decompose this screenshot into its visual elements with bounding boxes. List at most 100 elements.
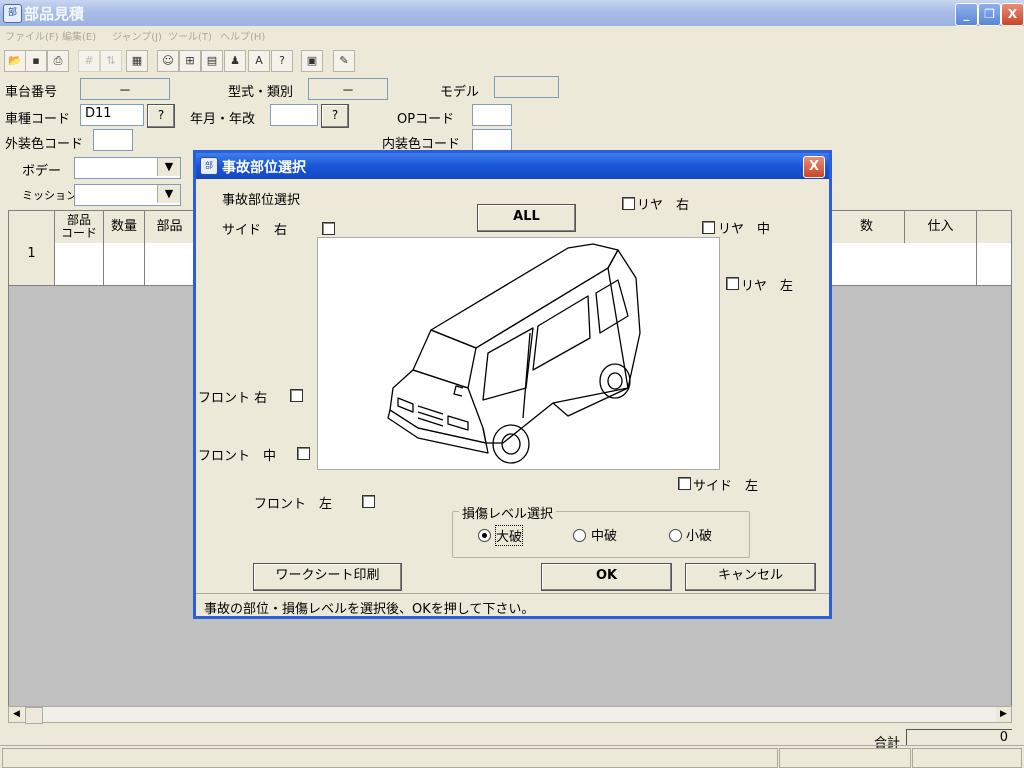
damage-minor-radio[interactable] <box>669 529 682 542</box>
model-field[interactable] <box>494 76 559 98</box>
close-button[interactable]: X <box>1001 3 1024 26</box>
sort-icon[interactable]: ⇅ <box>100 50 122 72</box>
col-purchase[interactable]: 仕入 <box>905 211 977 243</box>
cancel-button[interactable]: キャンセル <box>685 563 816 591</box>
model-type-label: 型式・類別 <box>228 85 294 100</box>
damage-level-group: 損傷レベル選択 大破 中破 小破 <box>452 503 750 558</box>
print-icon[interactable]: ⎙ <box>47 50 69 72</box>
dialog-status-bar: 事故の部位・損傷レベルを選択後、OKを押して下さい。 <box>196 593 829 617</box>
int-color-field[interactable] <box>472 129 512 151</box>
dialog-close-button[interactable]: X <box>803 156 825 178</box>
dialog-title-bar: 部 事故部位選択 X <box>196 153 829 179</box>
model-type-field[interactable]: － <box>308 78 388 100</box>
worksheet-print-button[interactable]: ワークシート印刷 <box>253 563 402 591</box>
model-label: モデル <box>440 85 480 100</box>
mission-select[interactable]: ▼ <box>74 184 181 206</box>
rear-right-checkbox[interactable] <box>622 197 635 210</box>
chassis-field[interactable]: － <box>80 78 170 100</box>
year-help-button[interactable]: ? <box>321 104 349 128</box>
ext-color-field[interactable] <box>93 129 133 151</box>
scroll-left-icon[interactable]: ◀ <box>9 707 24 722</box>
accident-area-dialog: 部 事故部位選択 X 事故部位選択 ALL リヤ 右 サイド 右 リヤ 中 リヤ… <box>193 150 832 619</box>
total-value: 0 <box>906 729 1012 745</box>
grid-corner <box>9 211 55 243</box>
mission-label: ミッション <box>22 189 77 202</box>
title-bar: 部 部品見積 _ ❐ X <box>0 0 1024 26</box>
status-pane <box>912 748 1022 768</box>
rear-center-label: リヤ 中 <box>718 222 771 237</box>
number-icon[interactable]: # <box>78 50 100 72</box>
rear-center-checkbox[interactable] <box>702 221 715 234</box>
window-title: 部品見積 <box>24 5 85 23</box>
add-icon[interactable]: A <box>248 50 270 72</box>
col-count[interactable]: 数 <box>829 211 905 243</box>
year-field[interactable] <box>270 104 318 126</box>
maximize-button[interactable]: ❐ <box>978 3 1001 26</box>
front-right-label: フロント 右 <box>198 391 268 406</box>
menu-tools[interactable]: ツール(T) <box>168 28 212 43</box>
damage-major-radio[interactable] <box>478 529 491 542</box>
col-part[interactable]: 部品 <box>145 211 195 243</box>
side-left-checkbox[interactable] <box>678 477 691 490</box>
vehicle-diagram <box>317 237 720 470</box>
search-user-icon[interactable]: ♟ <box>224 50 246 72</box>
table-cell[interactable] <box>104 243 145 285</box>
all-button[interactable]: ALL <box>477 204 576 232</box>
damage-minor-label: 小破 <box>686 529 713 544</box>
menu-bar: ファイル(F) 編集(E) ジャンプ(J) ツール(T) ヘルプ(H) <box>0 26 1024 46</box>
front-center-checkbox[interactable] <box>297 447 310 460</box>
front-left-label: フロント 左 <box>254 497 333 512</box>
menu-jump[interactable]: ジャンプ(J) <box>112 28 162 43</box>
op-code-field[interactable] <box>472 104 512 126</box>
damage-medium-radio[interactable] <box>573 529 586 542</box>
horizontal-scrollbar[interactable]: ◀ ▶ <box>8 706 1012 724</box>
menu-edit[interactable]: 編集(E) <box>62 28 96 43</box>
menu-help[interactable]: ヘルプ(H) <box>220 28 265 43</box>
front-right-checkbox[interactable] <box>290 389 303 402</box>
table-cell[interactable] <box>55 243 104 285</box>
save-all-icon[interactable]: ▦ <box>126 50 148 72</box>
table-cell[interactable] <box>905 243 977 285</box>
table-icon[interactable]: ⊞ <box>179 50 201 72</box>
ext-color-label: 外装色コード <box>5 137 84 152</box>
minimize-button[interactable]: _ <box>955 3 978 26</box>
side-right-label: サイド 右 <box>222 223 288 238</box>
user-icon[interactable]: ☺ <box>157 50 179 72</box>
year-label: 年月・年改 <box>190 112 256 127</box>
front-center-label: フロント 中 <box>198 449 277 464</box>
app-icon: 部 <box>200 157 218 175</box>
chassis-label: 車台番号 <box>5 85 58 100</box>
dropdown-arrow-icon[interactable]: ▼ <box>157 158 180 176</box>
help-icon[interactable]: ? <box>271 50 293 72</box>
status-pane <box>779 748 911 768</box>
rear-left-checkbox[interactable] <box>726 277 739 290</box>
col-quantity[interactable]: 数量 <box>104 211 145 243</box>
grid-edit-icon[interactable]: ▤ <box>201 50 223 72</box>
col-part-code[interactable]: 部品 コード <box>55 211 104 243</box>
menu-file[interactable]: ファイル(F) <box>5 28 59 43</box>
rear-right-label: リヤ 右 <box>637 198 690 213</box>
damage-medium-label: 中破 <box>591 529 618 544</box>
front-left-checkbox[interactable] <box>362 495 375 508</box>
save-icon[interactable]: ▪ <box>25 50 47 72</box>
damage-major-label: 大破 <box>495 525 524 546</box>
rear-left-label: リヤ 左 <box>741 279 794 294</box>
document-icon[interactable]: ▣ <box>301 50 323 72</box>
open-icon[interactable]: 📂 <box>4 50 26 72</box>
vehicle-code-label: 車種コード <box>5 112 71 127</box>
van-drawing <box>387 243 641 464</box>
ok-button[interactable]: OK <box>541 563 672 591</box>
body-select[interactable]: ▼ <box>74 157 181 179</box>
op-code-label: OPコード <box>397 112 455 127</box>
app-icon: 部 <box>3 4 22 23</box>
vehicle-code-help-button[interactable]: ? <box>147 104 175 128</box>
section-label: 事故部位選択 <box>222 193 301 208</box>
dropdown-arrow-icon[interactable]: ▼ <box>157 185 180 203</box>
preview-icon[interactable]: ✎ <box>333 50 355 72</box>
scroll-right-icon[interactable]: ▶ <box>996 707 1011 722</box>
status-bar <box>0 745 1024 768</box>
side-right-checkbox[interactable] <box>322 222 335 235</box>
vehicle-code-field[interactable]: D11 <box>80 104 144 126</box>
toolbar: 📂 ▪ ⎙ # ⇅ ▦ ☺ ⊞ ▤ ♟ A ? ▣ ✎ <box>0 46 1024 74</box>
scroll-thumb[interactable] <box>25 707 43 724</box>
